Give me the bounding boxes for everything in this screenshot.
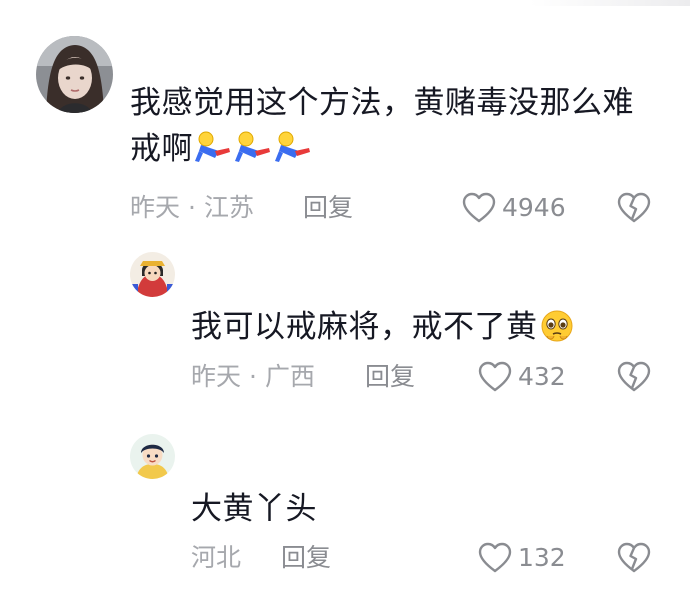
comment-location: 江苏 [203,193,254,222]
like-button[interactable]: 4946 [462,192,566,224]
reply-text: 我可以戒麻将，戒不了黄 [191,304,576,350]
comment-location: 广西 [264,362,315,391]
reply-meta: 昨天 · 广西 [191,362,315,392]
comment-text: 我感觉用这个方法，黄赌毒没那么难 戒啊 [130,80,634,172]
like-count: 432 [518,362,566,391]
reply-text-content: 大黄丫头 [191,491,317,527]
dislike-button[interactable] [617,192,651,224]
broken-heart-icon [617,192,651,223]
broken-heart-icon [617,542,651,573]
dislike-button[interactable] [617,542,651,574]
avatar[interactable] [130,252,175,297]
dislike-button[interactable] [617,361,651,393]
reply-comment-item: 我可以戒麻将，戒不了黄 昨天 · 广西 回复 432 [0,240,690,420]
comment-text-line-2-text: 戒啊 [130,131,193,167]
reply-text: 大黄丫头 [191,486,317,532]
heart-outline-icon [478,542,512,573]
pleading-face-emoji [538,309,576,343]
woman-portrait-avatar-icon [36,36,113,113]
reply-meta: 河北 [191,543,241,573]
reply-comment-item: 大黄丫头 河北 回复 132 [0,420,690,597]
running-figure-emoji [273,131,313,165]
comment-time: 昨天 [191,362,242,391]
running-figure-emoji [233,131,273,165]
reply-text-content: 我可以戒麻将，戒不了黄 [191,309,538,345]
reply-button[interactable]: 回复 [365,362,415,392]
meta-separator: · [188,193,196,222]
avatar[interactable] [130,434,175,479]
comment-time: 昨天 [130,193,181,222]
like-count: 4946 [502,193,566,222]
heart-outline-icon [478,361,512,392]
reply-button[interactable]: 回复 [303,193,353,223]
like-button[interactable]: 132 [478,542,566,574]
meta-separator: · [249,362,257,391]
comment-location: 河北 [191,543,242,572]
heart-outline-icon [462,192,496,223]
reply-text-line: 我可以戒麻将，戒不了黄 [191,304,576,350]
running-figure-emoji [193,131,233,165]
cartoon-boy-avatar-icon [130,434,175,479]
like-count: 132 [518,543,566,572]
like-button[interactable]: 432 [478,361,566,393]
avatar[interactable] [36,36,113,113]
comment-text-line-2: 戒啊 [130,126,634,172]
comment-text-line-1: 我感觉用这个方法，黄赌毒没那么难 [130,85,634,121]
broken-heart-icon [617,361,651,392]
comment-item: 我感觉用这个方法，黄赌毒没那么难 戒啊 昨天 · 江苏 回复 4946 [0,0,690,240]
comment-meta: 昨天 · 江苏 [130,193,254,223]
anime-character-avatar-icon [130,252,175,297]
reply-button[interactable]: 回复 [281,543,331,573]
